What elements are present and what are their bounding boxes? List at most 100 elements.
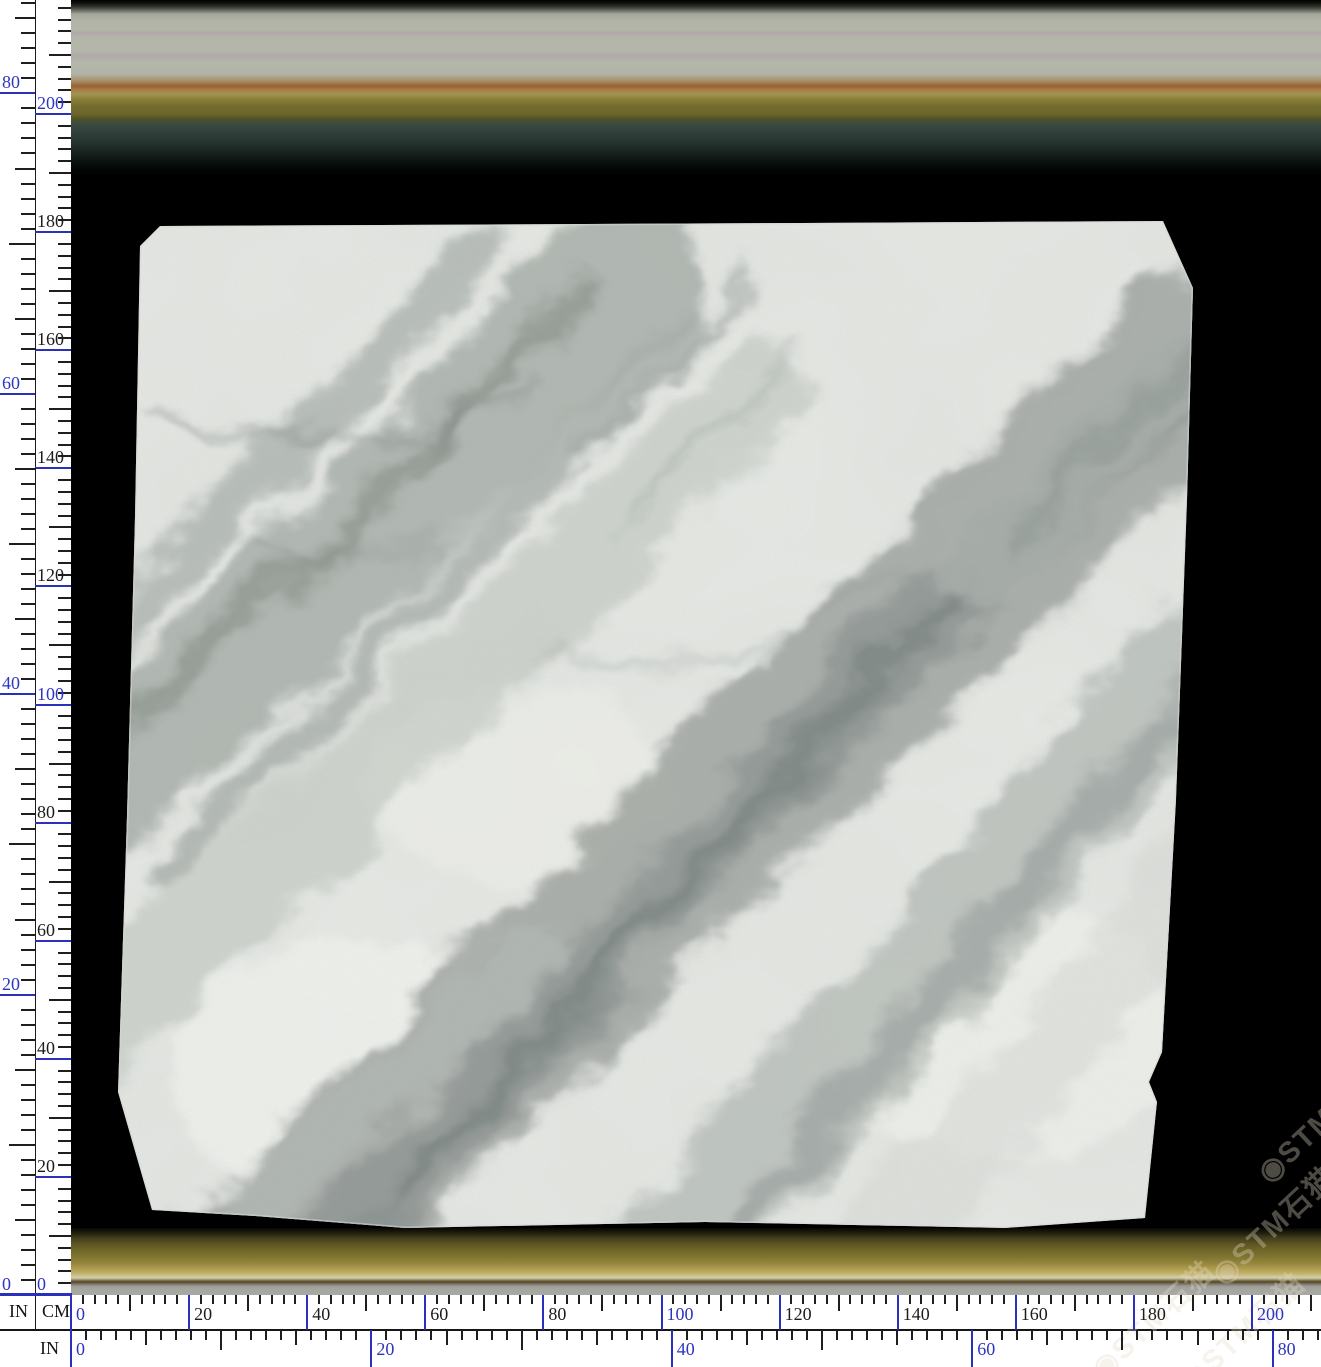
in-tick xyxy=(21,408,36,410)
cm-tick xyxy=(637,1295,639,1304)
cm-tick xyxy=(401,1295,403,1304)
vertical-cm-number: 0 xyxy=(37,1276,46,1292)
in-tick xyxy=(596,1330,598,1345)
in-tick xyxy=(21,979,36,981)
cm-tick xyxy=(58,432,71,434)
cm-tick xyxy=(58,597,71,599)
in-tick xyxy=(21,1264,36,1266)
in-tick xyxy=(21,498,36,500)
in-tick xyxy=(15,1069,36,1071)
scanner-streak-band-bottom xyxy=(71,1228,1321,1295)
in-unit-label: IN xyxy=(9,1301,28,1322)
cm-major-line xyxy=(35,231,71,233)
in-tick xyxy=(1121,1330,1123,1350)
in-tick xyxy=(21,303,36,305)
vertical-cm-number: 160 xyxy=(37,331,64,347)
cm-tick xyxy=(200,1295,202,1304)
cm-tick xyxy=(129,1295,131,1311)
in-tick xyxy=(581,1330,583,1340)
in-tick xyxy=(956,1330,958,1340)
cm-tick xyxy=(58,727,71,729)
cm-tick xyxy=(1180,1295,1182,1304)
cm-major-line xyxy=(542,1295,544,1330)
horizontal-in-number: 60 xyxy=(977,1341,995,1357)
cm-tick xyxy=(58,42,71,44)
vertical-in-number: 0 xyxy=(2,1276,11,1292)
cm-tick xyxy=(58,78,71,80)
in-tick xyxy=(551,1330,553,1340)
cm-tick xyxy=(49,999,71,1001)
in-tick xyxy=(21,453,36,455)
in-tick xyxy=(521,1330,523,1350)
scanner-streak-band-top xyxy=(71,0,1321,176)
cm-tick xyxy=(672,1295,674,1304)
horizontal-cm-number: 80 xyxy=(548,1306,566,1322)
cm-tick xyxy=(861,1295,863,1304)
in-tick xyxy=(15,919,36,921)
in-tick xyxy=(776,1330,778,1340)
cm-tick xyxy=(1298,1295,1300,1304)
vertical-cm-number: 100 xyxy=(37,686,64,702)
in-tick xyxy=(566,1330,568,1340)
cm-tick xyxy=(1109,1295,1111,1304)
cm-tick xyxy=(58,1152,71,1154)
cm-tick xyxy=(696,1295,698,1304)
vertical-in-number: 80 xyxy=(2,74,20,90)
in-tick xyxy=(15,168,36,170)
cm-tick xyxy=(58,668,71,670)
cm-tick xyxy=(58,361,71,363)
vertical-cm-number: 20 xyxy=(37,1158,55,1174)
horizontal-in-number: 80 xyxy=(1278,1341,1296,1357)
cm-tick xyxy=(802,1295,804,1304)
cm-tick xyxy=(460,1295,462,1304)
cm-tick xyxy=(58,278,71,280)
in-tick xyxy=(21,483,36,485)
slab-scan-canvas: IN CM IN ◉STM石猫 ◉STM石猫 ◉STM石猫 ◉STM石猫 020… xyxy=(0,0,1321,1367)
in-bottom-unit-label: IN xyxy=(40,1338,59,1359)
cm-tick xyxy=(49,763,71,765)
in-tick xyxy=(21,603,36,605)
in-tick xyxy=(21,1159,36,1161)
cm-tick xyxy=(58,385,71,387)
in-tick xyxy=(1001,1330,1003,1340)
cm-tick xyxy=(318,1295,320,1304)
cm-tick xyxy=(58,1034,71,1036)
cm-tick xyxy=(1239,1295,1241,1304)
in-tick xyxy=(21,648,36,650)
vertical-cm-number: 180 xyxy=(37,213,64,229)
cm-tick xyxy=(58,66,71,68)
cm-major-line xyxy=(35,1058,71,1060)
horizontal-cm-number: 120 xyxy=(785,1306,812,1322)
in-tick xyxy=(21,558,36,560)
cm-tick xyxy=(58,786,71,788)
cm-tick xyxy=(790,1295,792,1304)
cm-tick xyxy=(58,916,71,918)
cm-tick xyxy=(1168,1295,1170,1304)
in-tick xyxy=(1061,1330,1063,1340)
in-tick xyxy=(21,1249,36,1251)
cm-tick xyxy=(58,89,71,91)
cm-tick xyxy=(956,1295,958,1311)
cm-tick xyxy=(58,1223,71,1225)
in-tick xyxy=(1302,1330,1304,1340)
cm-tick xyxy=(58,148,71,150)
cm-tick xyxy=(58,1070,71,1072)
cm-tick xyxy=(58,125,71,127)
in-tick xyxy=(21,1114,36,1116)
cm-tick xyxy=(578,1295,580,1304)
cm-tick xyxy=(58,845,71,847)
in-tick xyxy=(235,1330,237,1340)
in-tick xyxy=(1212,1330,1214,1340)
vertical-cm-number: 200 xyxy=(37,95,64,111)
in-tick xyxy=(21,753,36,755)
cm-major-line xyxy=(35,585,71,587)
in-tick xyxy=(21,258,36,260)
cm-tick xyxy=(58,975,71,977)
horizontal-cm-number: 140 xyxy=(903,1306,930,1322)
in-tick xyxy=(15,17,36,19)
cm-tick xyxy=(968,1295,970,1304)
horizontal-in-number: 0 xyxy=(76,1341,85,1357)
cm-tick xyxy=(49,881,71,883)
cm-tick xyxy=(495,1295,497,1304)
cm-tick xyxy=(224,1295,226,1304)
